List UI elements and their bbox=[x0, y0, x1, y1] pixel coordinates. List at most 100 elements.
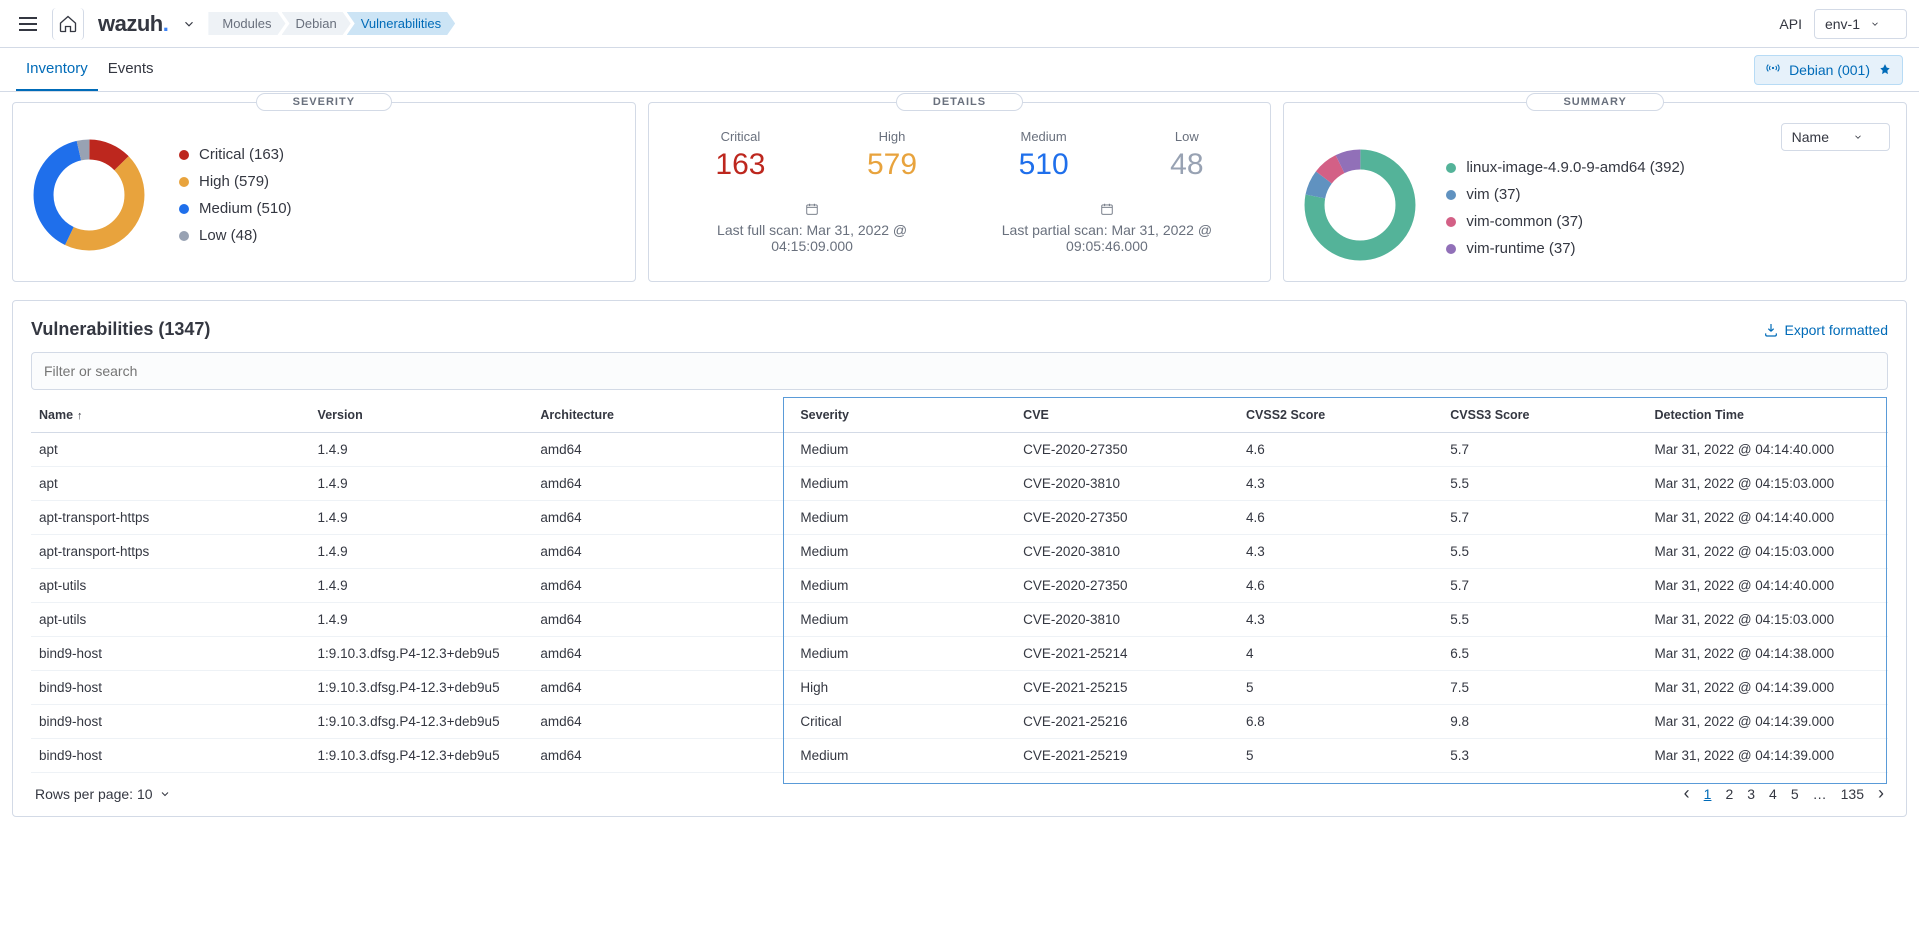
page-number[interactable]: 3 bbox=[1747, 786, 1755, 802]
table-cell: Medium bbox=[792, 637, 1015, 671]
table-cell: 9.8 bbox=[1442, 705, 1646, 739]
table-cell: bind9-host bbox=[31, 705, 310, 739]
tabbar: InventoryEvents Debian (001) bbox=[0, 48, 1919, 92]
column-header[interactable]: Version bbox=[310, 398, 533, 433]
tab-events[interactable]: Events bbox=[98, 48, 164, 91]
breadcrumb-item[interactable]: Modules bbox=[208, 12, 285, 35]
chevron-down-icon bbox=[1870, 19, 1880, 29]
page-ellipsis: … bbox=[1813, 786, 1827, 802]
pagination: ‹ 12345 … 135 › bbox=[1684, 783, 1884, 804]
table-row[interactable]: apt-transport-https1.4.9amd64MediumCVE-2… bbox=[31, 535, 1888, 569]
column-header[interactable]: Severity bbox=[792, 398, 1015, 433]
table-cell: 1.4.9 bbox=[310, 467, 533, 501]
table-cell: 5.7 bbox=[1442, 569, 1646, 603]
table-row[interactable]: bind9-host1:9.10.3.dfsg.P4-12.3+deb9u5am… bbox=[31, 671, 1888, 705]
column-header[interactable]: Detection Time bbox=[1647, 398, 1888, 433]
legend-item[interactable]: linux-image-4.9.0-9-amd64 (392) bbox=[1446, 159, 1684, 176]
environment-select[interactable]: env-1 bbox=[1814, 9, 1907, 39]
topbar: wazuh. Modules Debian Vulnerabilities AP… bbox=[0, 0, 1919, 48]
panel-title: DETAILS bbox=[896, 93, 1023, 111]
column-header[interactable]: CVSS3 Score bbox=[1442, 398, 1646, 433]
api-link[interactable]: API bbox=[1779, 16, 1802, 32]
table-cell: CVE-2020-3810 bbox=[1015, 535, 1238, 569]
severity-donut-chart bbox=[29, 135, 149, 255]
table-cell: Mar 31, 2022 @ 04:15:03.000 bbox=[1647, 603, 1888, 637]
pin-icon[interactable] bbox=[1878, 63, 1892, 77]
table-cell: Mar 31, 2022 @ 04:14:39.000 bbox=[1647, 739, 1888, 773]
broadcast-icon bbox=[1765, 62, 1781, 78]
table-cell: Mar 31, 2022 @ 04:14:40.000 bbox=[1647, 569, 1888, 603]
column-header[interactable]: Name↑ bbox=[31, 398, 310, 433]
chevron-down-icon bbox=[1853, 132, 1863, 142]
legend-label: vim-common (37) bbox=[1466, 213, 1583, 230]
table-cell: Medium bbox=[792, 603, 1015, 637]
table-cell: 1:9.10.3.dfsg.P4-12.3+deb9u5 bbox=[310, 739, 533, 773]
table-cell: Medium bbox=[792, 467, 1015, 501]
legend-item[interactable]: vim (37) bbox=[1446, 186, 1684, 203]
legend-item[interactable]: High (579) bbox=[179, 173, 292, 190]
legend-item[interactable]: vim-common (37) bbox=[1446, 213, 1684, 230]
legend-swatch bbox=[1446, 163, 1456, 173]
table-cell: apt-utils bbox=[31, 603, 310, 637]
calendar-icon bbox=[805, 202, 819, 216]
table-cell: amd64 bbox=[532, 569, 792, 603]
table-cell: amd64 bbox=[532, 637, 792, 671]
breadcrumbs: Modules Debian Vulnerabilities bbox=[208, 12, 455, 35]
table-row[interactable]: apt1.4.9amd64MediumCVE-2020-38104.35.5Ma… bbox=[31, 467, 1888, 501]
home-button[interactable] bbox=[52, 8, 84, 40]
legend-label: Critical (163) bbox=[199, 146, 284, 163]
table-cell: 4 bbox=[1238, 637, 1442, 671]
menu-button[interactable] bbox=[12, 8, 44, 40]
prev-page[interactable]: ‹ bbox=[1684, 783, 1690, 804]
table-cell: Mar 31, 2022 @ 04:14:39.000 bbox=[1647, 705, 1888, 739]
agent-chip[interactable]: Debian (001) bbox=[1754, 55, 1903, 85]
legend-item[interactable]: Medium (510) bbox=[179, 200, 292, 217]
table-row[interactable]: bind9-host1:9.10.3.dfsg.P4-12.3+deb9u5am… bbox=[31, 705, 1888, 739]
tab-inventory[interactable]: Inventory bbox=[16, 48, 98, 91]
column-header[interactable]: CVE bbox=[1015, 398, 1238, 433]
page-number[interactable]: 135 bbox=[1841, 786, 1864, 802]
table-cell: Mar 31, 2022 @ 04:14:40.000 bbox=[1647, 433, 1888, 467]
legend-label: vim (37) bbox=[1466, 186, 1520, 203]
summary-grouping-label: Name bbox=[1792, 129, 1829, 145]
logo[interactable]: wazuh. bbox=[98, 11, 168, 37]
export-formatted-link[interactable]: Export formatted bbox=[1763, 322, 1889, 338]
table-search-input[interactable] bbox=[31, 352, 1888, 390]
table-row[interactable]: apt1.4.9amd64MediumCVE-2020-273504.65.7M… bbox=[31, 433, 1888, 467]
table-cell: CVE-2021-25214 bbox=[1015, 637, 1238, 671]
page-number[interactable]: 4 bbox=[1769, 786, 1777, 802]
table-cell: amd64 bbox=[532, 535, 792, 569]
panel-title: SEVERITY bbox=[256, 93, 392, 111]
summary-grouping-select[interactable]: Name bbox=[1781, 123, 1890, 151]
table-title: Vulnerabilities (1347) bbox=[31, 319, 210, 340]
page-number[interactable]: 1 bbox=[1704, 786, 1712, 802]
legend-swatch bbox=[1446, 217, 1456, 227]
breadcrumb-item[interactable]: Debian bbox=[282, 12, 351, 35]
table-cell: 1.4.9 bbox=[310, 569, 533, 603]
next-page[interactable]: › bbox=[1878, 783, 1884, 804]
vulnerabilities-table: Name↑VersionArchitectureSeverityCVECVSS2… bbox=[31, 398, 1888, 773]
table-cell: 1.4.9 bbox=[310, 433, 533, 467]
table-row[interactable]: bind9-host1:9.10.3.dfsg.P4-12.3+deb9u5am… bbox=[31, 637, 1888, 671]
page-number[interactable]: 5 bbox=[1791, 786, 1799, 802]
table-row[interactable]: apt-utils1.4.9amd64MediumCVE-2020-38104.… bbox=[31, 603, 1888, 637]
legend-item[interactable]: Critical (163) bbox=[179, 146, 292, 163]
legend-swatch bbox=[179, 204, 189, 214]
table-cell: amd64 bbox=[532, 467, 792, 501]
column-header[interactable]: Architecture bbox=[532, 398, 792, 433]
chevron-down-icon[interactable] bbox=[182, 17, 196, 31]
table-row[interactable]: bind9-host1:9.10.3.dfsg.P4-12.3+deb9u5am… bbox=[31, 739, 1888, 773]
breadcrumb-item-active[interactable]: Vulnerabilities bbox=[347, 12, 455, 35]
column-header[interactable]: CVSS2 Score bbox=[1238, 398, 1442, 433]
table-cell: bind9-host bbox=[31, 739, 310, 773]
table-row[interactable]: apt-transport-https1.4.9amd64MediumCVE-2… bbox=[31, 501, 1888, 535]
table-cell: 7.5 bbox=[1442, 671, 1646, 705]
rows-per-page[interactable]: Rows per page: 10 bbox=[35, 786, 171, 802]
legend-label: vim-runtime (37) bbox=[1466, 240, 1575, 257]
legend-item[interactable]: Low (48) bbox=[179, 227, 292, 244]
legend-item[interactable]: vim-runtime (37) bbox=[1446, 240, 1684, 257]
table-row[interactable]: apt-utils1.4.9amd64MediumCVE-2020-273504… bbox=[31, 569, 1888, 603]
calendar-icon bbox=[1100, 202, 1114, 216]
page-number[interactable]: 2 bbox=[1725, 786, 1733, 802]
legend-swatch bbox=[179, 177, 189, 187]
